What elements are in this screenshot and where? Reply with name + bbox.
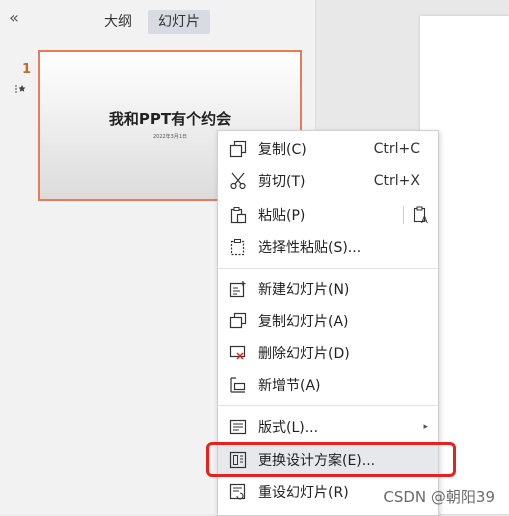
duplicate-slide-icon (229, 312, 247, 330)
submenu-arrow-icon: ▸ (423, 422, 428, 432)
design-icon (229, 451, 247, 469)
menu-item-delete-slide[interactable]: 删除幻灯片(D) (218, 337, 438, 369)
menu-label: 选择性粘贴(S)... (258, 240, 362, 256)
menu-item-duplicate-slide[interactable]: 复制幻灯片(A) (218, 305, 438, 337)
menu-item-cut[interactable]: 剪切(T) Ctrl+X (218, 165, 438, 197)
paste-text-icon[interactable]: A (412, 206, 430, 226)
new-slide-icon (229, 280, 247, 298)
paste-special-icon (229, 238, 247, 256)
slide-number: 1 (22, 62, 32, 77)
collapse-pane-button[interactable]: « (6, 10, 22, 26)
scissors-icon (229, 172, 247, 190)
paste-icon (229, 206, 247, 224)
menu-item-copy[interactable]: 复制(C) Ctrl+C (218, 133, 438, 165)
double-chevron-left-icon: « (9, 8, 19, 27)
watermark: CSDN @朝阳39 (383, 488, 495, 506)
svg-text:A: A (421, 215, 428, 224)
menu-label: 删除幻灯片(D) (258, 346, 350, 362)
menu-label: 复制(C) (258, 142, 307, 158)
menu-label: 重设幻灯片(R) (258, 485, 349, 501)
menu-item-new-section[interactable]: 新增节(A) (218, 369, 438, 401)
menu-label: 粘贴(P) (258, 208, 306, 224)
menu-shortcut: Ctrl+X (373, 173, 420, 189)
menu-label: 新建幻灯片(N) (258, 282, 350, 298)
menu-label: 剪切(T) (258, 174, 306, 190)
new-section-icon (229, 376, 247, 394)
menu-label: 更换设计方案(E)... (258, 453, 376, 469)
view-tabs: 大纲 幻灯片 (94, 10, 210, 34)
menu-label: 复制幻灯片(A) (258, 314, 349, 330)
menu-item-paste-special[interactable]: 选择性粘贴(S)... (218, 231, 438, 263)
layout-icon (229, 418, 247, 436)
divider (403, 206, 404, 224)
context-menu: 复制(C) Ctrl+C 剪切(T) Ctrl+X 粘贴(P) A 选择性粘贴(… (217, 130, 439, 516)
menu-item-new-slide[interactable]: 新建幻灯片(N) (218, 273, 438, 305)
tab-outline[interactable]: 大纲 (94, 10, 142, 34)
copy-icon (229, 140, 247, 158)
menu-label: 版式(L)... (258, 420, 319, 436)
slide-title: 我和PPT有个约会 (108, 110, 232, 128)
menu-item-change-design[interactable]: 更换设计方案(E)... (218, 444, 438, 476)
star-icon (14, 84, 26, 97)
menu-separator (218, 268, 438, 269)
menu-item-paste[interactable]: 粘贴(P) A (218, 199, 438, 231)
menu-shortcut: Ctrl+C (373, 141, 420, 157)
menu-item-layout[interactable]: 版式(L)... ▸ (218, 411, 438, 443)
delete-slide-icon (229, 344, 247, 362)
menu-label: 新增节(A) (258, 378, 321, 394)
tab-slides[interactable]: 幻灯片 (148, 10, 210, 34)
menu-separator (218, 405, 438, 406)
reset-slide-icon (229, 483, 247, 501)
